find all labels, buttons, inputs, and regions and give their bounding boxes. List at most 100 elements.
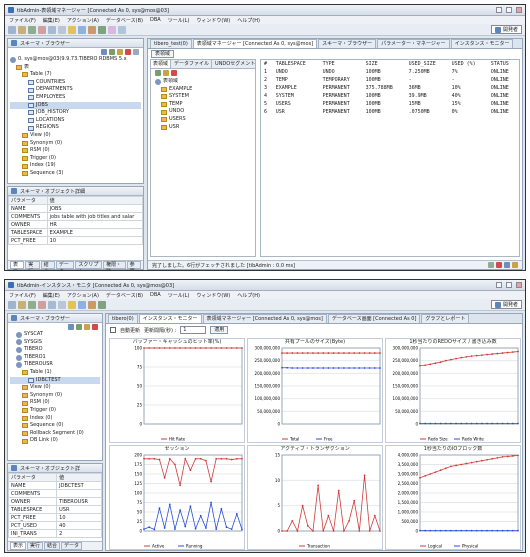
grid-column-header[interactable]: USED_SIZE — [406, 60, 449, 68]
tree-node[interactable]: Trigger (0) — [10, 155, 141, 163]
tree-node[interactable]: DEPARTMENTS — [10, 86, 141, 94]
menu-item[interactable]: ツール(L) — [168, 17, 190, 24]
minimize-button-2[interactable] — [496, 282, 502, 288]
editor-tab[interactable]: データベース画面 [Connected As 0] — [327, 314, 421, 323]
new-icon[interactable] — [8, 25, 16, 34]
apply-button[interactable]: 適用 — [210, 326, 229, 334]
tablespace-node[interactable]: UNDO — [155, 108, 251, 116]
menu-item[interactable]: アクション(A) — [67, 17, 99, 24]
tree-node[interactable]: Rollback Segment (0) — [10, 430, 100, 438]
grid-column-header[interactable]: TABLESPACE — [273, 60, 320, 68]
tablespace-tab[interactable]: 表領域 — [151, 50, 175, 58]
table-row[interactable]: 6 USR PERMANENT 100MB .0750MB 0% ONLINE — [261, 108, 519, 116]
detail-tab[interactable]: 実行 — [27, 542, 44, 550]
grid-column-header[interactable]: USED (%) — [449, 60, 488, 68]
tablespace-subtab[interactable]: 表領域 — [151, 60, 172, 68]
add-tablespace-icon[interactable] — [155, 70, 161, 76]
minimize-button[interactable] — [496, 7, 502, 13]
tablespace-subtab[interactable]: データファイル — [172, 60, 213, 68]
tree-node[interactable]: TIBERO1 — [10, 354, 100, 362]
delete-icon-2[interactable] — [92, 324, 98, 330]
menu-item[interactable]: データベース(B) — [106, 17, 143, 24]
disconnect-icon[interactable] — [58, 25, 66, 34]
property-value[interactable]: 40 — [56, 521, 102, 530]
run-icon-2[interactable] — [98, 300, 106, 309]
status-stop-icon[interactable] — [496, 262, 502, 268]
tablespace-node[interactable]: TEMP — [155, 101, 251, 109]
print-icon[interactable] — [38, 25, 46, 34]
open-icon[interactable] — [18, 25, 26, 34]
property-value[interactable]: 10 — [56, 513, 102, 522]
property-value[interactable] — [56, 489, 102, 498]
tree-node[interactable]: SYSCAT — [10, 331, 100, 339]
disconnect-icon-2[interactable] — [58, 300, 66, 309]
help-icon[interactable] — [118, 25, 126, 34]
tree-node[interactable]: COUNTRIES — [10, 79, 141, 87]
menu-item[interactable]: 編集(E) — [43, 17, 60, 24]
menu-item[interactable]: アクション(A) — [67, 292, 99, 299]
tools-icon[interactable] — [108, 25, 116, 34]
tree-node[interactable]: Sequence (0) — [10, 422, 100, 430]
detail-tab[interactable]: 参照 — [126, 261, 141, 270]
tablespace-node[interactable]: USR — [155, 124, 251, 132]
detail-tab[interactable]: 結合 — [44, 542, 61, 550]
tablespace-node[interactable]: EXAMPLE — [155, 86, 251, 94]
detail-tab[interactable]: スクリプト — [75, 261, 103, 270]
detail-tab[interactable]: データ — [55, 261, 75, 270]
tree-node[interactable]: View (0) — [10, 384, 100, 392]
editor-tab[interactable]: tibero(0) — [108, 314, 138, 323]
refresh-icon[interactable] — [101, 49, 107, 55]
maximize-button-2[interactable] — [506, 282, 512, 288]
tree-node[interactable]: IDBCTEST — [10, 376, 100, 385]
filter-icon[interactable] — [133, 49, 139, 55]
status-run-icon[interactable] — [488, 262, 494, 268]
auto-refresh-checkbox[interactable] — [110, 327, 116, 333]
refresh-icon-2[interactable] — [68, 324, 74, 330]
menu-item[interactable]: ファイル(F) — [9, 292, 36, 299]
menu-item[interactable]: ツール(L) — [168, 292, 190, 299]
editor-tab[interactable]: インスタンス・モニター — [138, 314, 202, 323]
sql-icon-2[interactable] — [68, 300, 76, 309]
tree-node[interactable]: 0. sys@mos@03(9.9.73.TIBERO RDBMS 5.x — [10, 56, 141, 64]
table-row[interactable]: 1 UNDO UNDO 100MB 7.250MB 7% ONLINE — [261, 68, 519, 76]
monitor-icon-2[interactable] — [88, 300, 96, 309]
tablespace-node[interactable]: 表領域 — [155, 78, 251, 86]
editor-tab[interactable]: 表領域マネージャー [Connected As 0, sys@mos] — [192, 39, 318, 48]
detail-tab[interactable]: データ — [61, 542, 83, 550]
close-button[interactable] — [516, 7, 522, 13]
tablespace-node[interactable]: SYSTEM — [155, 93, 251, 101]
add-icon-2[interactable] — [76, 324, 82, 330]
grid-column-header[interactable]: SIZE — [363, 60, 406, 68]
save-icon[interactable] — [28, 25, 36, 34]
edit-tablespace-icon[interactable] — [163, 70, 169, 76]
tree-node[interactable]: JOBS — [10, 101, 141, 110]
monitor-icon[interactable] — [88, 25, 96, 34]
property-value[interactable]: jobs table with job titles and salar — [46, 212, 144, 221]
menu-item[interactable]: ファイル(F) — [9, 17, 36, 24]
table-row[interactable]: 3 EXAMPLE PERMANENT 375.788MB 36MB 10% ONLINE — [261, 84, 519, 92]
tree-node[interactable]: TIBERO — [10, 346, 100, 354]
save-icon-2[interactable] — [28, 300, 36, 309]
detail-tab[interactable]: 表示 — [10, 261, 25, 270]
tree-node[interactable]: EMPLOYEES — [10, 94, 141, 102]
perspective-button-2[interactable]: 開発者 — [490, 300, 522, 309]
menu-item[interactable]: DBA — [150, 292, 161, 298]
property-value[interactable]: USR — [56, 505, 102, 514]
editor-tab[interactable]: パラメーター・マネージャー — [377, 39, 450, 48]
detail-tab[interactable]: 権限・監 — [103, 261, 126, 270]
detail-tab[interactable]: 表示 — [10, 542, 27, 550]
table-row[interactable]: 4 SYSTEM PERMANENT 100MB 39.9MB 40% ONLINE — [261, 92, 519, 100]
tree-node[interactable]: SYSGIS — [10, 339, 100, 347]
tree-node[interactable]: Table (1) — [10, 369, 100, 377]
delete-icon[interactable] — [125, 49, 131, 55]
status-config-icon[interactable] — [512, 262, 518, 268]
connect-icon[interactable] — [48, 25, 56, 34]
edit-icon[interactable] — [117, 49, 123, 55]
property-value[interactable]: 10 — [46, 236, 144, 245]
tree-node[interactable]: Sequence (3) — [10, 170, 141, 178]
grid-column-header[interactable]: STATUS — [488, 60, 519, 68]
close-button-2[interactable] — [516, 282, 522, 288]
editor-tab[interactable]: インスタンス・モニター — [450, 39, 514, 48]
tree-node[interactable]: RSM (0) — [10, 147, 141, 155]
tree-node[interactable]: Synonym (0) — [10, 140, 141, 148]
